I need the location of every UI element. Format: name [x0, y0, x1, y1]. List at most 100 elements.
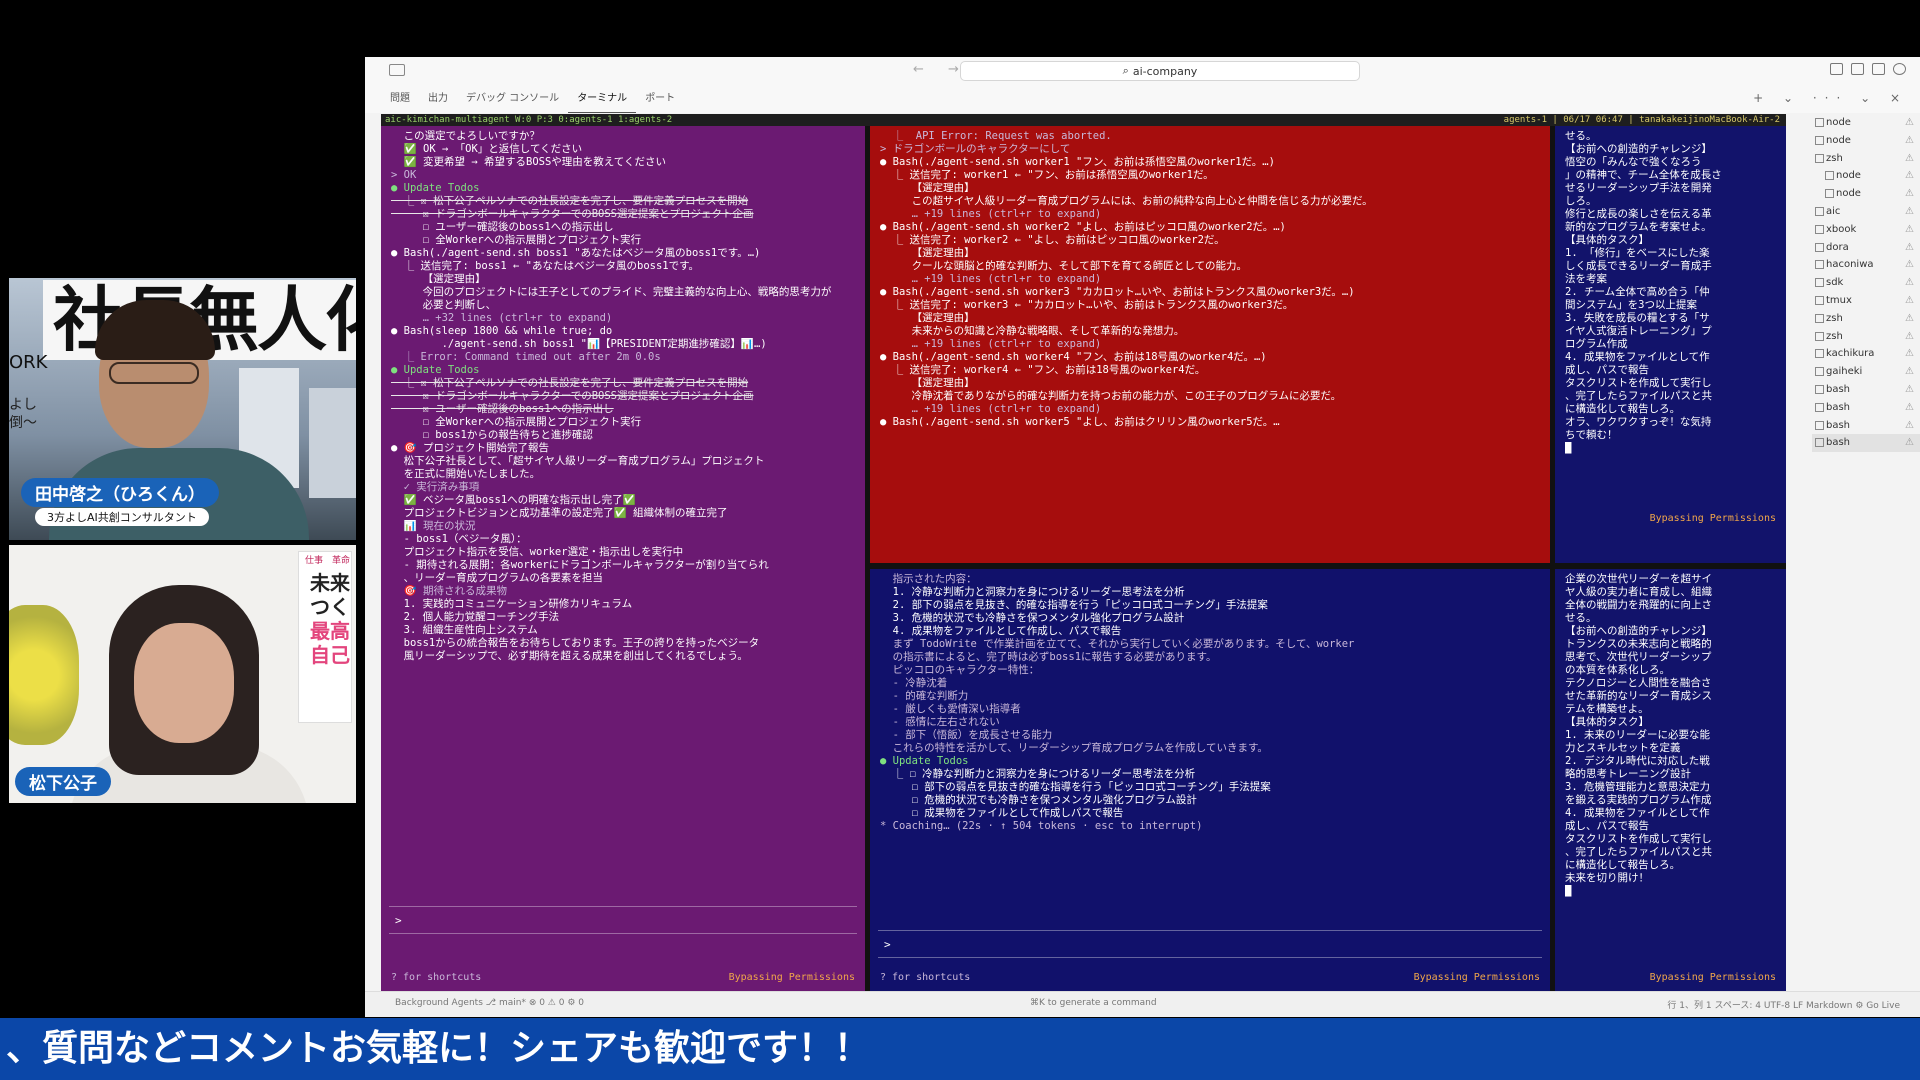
- terminal-list-item[interactable]: bash ⚠: [1812, 399, 1920, 417]
- panel-tab[interactable]: ターミナル: [568, 85, 637, 113]
- terminal-line: > ドラゴンボールのキャラクターにして: [880, 143, 1071, 155]
- toggle-panel-icon[interactable]: [1851, 63, 1864, 75]
- panel-tab[interactable]: デバッグ コンソール: [457, 85, 568, 113]
- terminal-list-item[interactable]: aic ⚠: [1812, 203, 1920, 221]
- webcam-side-text-2: よし 倒〜: [9, 397, 37, 431]
- terminal-line: ● Bash(./agent-send.sh boss1 "あなたはベジータ風の…: [391, 247, 761, 259]
- terminal-list-item[interactable]: node ⚠: [1812, 132, 1920, 150]
- terminal-list-label: zsh: [1826, 330, 1843, 342]
- terminal-icon: [1815, 367, 1824, 377]
- terminal-line: ログラム作成: [1565, 338, 1628, 350]
- terminal-list-item[interactable]: dora ⚠: [1812, 239, 1920, 257]
- terminal-line: 、完了したらファイルパスと共: [1565, 846, 1712, 858]
- pane-president[interactable]: この選定でよろしいですか？ ✅ OK → 「OK」と返信してください ✅ 変更希…: [381, 126, 865, 992]
- terminal-line: ✅ 変更希望 → 希望するBOSSや理由を教えてください: [391, 156, 666, 168]
- terminal-list-item[interactable]: kachikura ⚠: [1812, 345, 1920, 363]
- warning-icon: ⚠: [1905, 170, 1914, 182]
- worker-piccolo-prompt-input[interactable]: >: [878, 930, 1542, 958]
- terminal-icon: [1815, 313, 1824, 323]
- warning-icon: ⚠: [1905, 312, 1914, 324]
- terminal-icon: [1825, 189, 1834, 199]
- terminal-list-label: zsh: [1826, 312, 1843, 324]
- settings-gear-icon[interactable]: [1893, 63, 1906, 75]
- terminal-line: 企業の次世代リーダーを超サイ: [1565, 573, 1712, 585]
- pane-worker-trunks[interactable]: 企業の次世代リーダーを超サイ ヤ人級の実力者に育成し、組織 全体の戦闘力を飛躍的に向…: [1555, 569, 1786, 992]
- terminal-list-item[interactable]: bash ⚠: [1812, 381, 1920, 399]
- permissions-status: Bypassing Permissions: [1649, 513, 1776, 524]
- status-left[interactable]: Background Agents ⎇ main* ⊗ 0 ⚠ 0 ⚙ 0: [395, 998, 584, 1008]
- terminal-icon: [1815, 135, 1824, 145]
- terminal-list-item[interactable]: node ⚠: [1812, 167, 1920, 185]
- terminal-line: ☐ 全Workerへの指示展開とプロジェクト実行: [391, 234, 642, 246]
- terminal-line: boss1からの統合報告をお待ちしております。王子の誇りを持ったベジータ: [391, 637, 760, 649]
- terminal-line: これらの特性を活かして、リーダーシップ育成プログラムを作成していきます。: [880, 742, 1268, 754]
- sidebar-toggle-icon[interactable]: [389, 64, 405, 76]
- pane-worker-goku[interactable]: せる。 【お前への創造的チャレンジ】 悟空の「みんなで強くなろう 」の精神で、チーム全…: [1555, 126, 1786, 563]
- terminal-line: ☐ boss1からの報告待ちと進捗確認: [391, 429, 593, 441]
- terminal-line: 成し、パスで報告: [1565, 820, 1649, 832]
- terminal-line: 松下公子社長として、「超サイヤ人級リーダー育成プログラム」プロジェクト: [391, 455, 765, 467]
- panel-tab[interactable]: ポート: [636, 85, 684, 113]
- command-center-search[interactable]: ⌕ ai-company: [960, 61, 1360, 81]
- terminal-list-item[interactable]: node ⚠: [1812, 185, 1920, 203]
- terminal-line: この選定でよろしいですか？: [391, 130, 540, 142]
- terminal-icon: [1815, 206, 1824, 216]
- terminal-line: この超サイヤ人級リーダー育成プログラムには、お前の純粋な向上心と仲間を信じる力が…: [880, 195, 1373, 207]
- tmux-status-bar: aic-kimichan-multiagent W:0 P:3 0:agents…: [381, 114, 1786, 126]
- warning-icon: ⚠: [1905, 188, 1914, 200]
- terminal-line: ⎿ 送信完了: worker3 ← "カカロット…いや、お前はトランクス風のwo…: [880, 299, 1294, 311]
- toggle-secondary-sidebar-icon[interactable]: [1872, 63, 1885, 75]
- terminal-list-item[interactable]: haconiwa ⚠: [1812, 256, 1920, 274]
- pane-worker-piccolo[interactable]: 指示された内容： 1. 冷静な判断力と洞察力を身につけるリーダー思考法を分析 2…: [870, 569, 1550, 992]
- guest-name-tag: 松下公子: [15, 767, 111, 796]
- terminal-list-item[interactable]: bash ⚠: [1812, 417, 1920, 435]
- terminal-line: ● Update Todos: [391, 182, 480, 194]
- terminal-line: トランクスの未来志向と戦略的: [1565, 638, 1712, 650]
- terminal-list-item[interactable]: sdk ⚠: [1812, 274, 1920, 292]
- pane-worker-trunks-output: 企業の次世代リーダーを超サイ ヤ人級の実力者に育成し、組織 全体の戦闘力を飛躍的に向…: [1565, 573, 1776, 898]
- terminal-list-label: node: [1836, 188, 1861, 200]
- terminal-line: ☒ ドラゴンボールキャラクターでのBOSS選定提案とプロジェクト企画: [391, 390, 754, 402]
- terminal-list-item[interactable]: gaiheki ⚠: [1812, 363, 1920, 381]
- terminal-line: 風リーダーシップで、必ず期待を超える成果を創出してくれるでしょう。: [391, 650, 748, 662]
- terminal-list-item[interactable]: tmux ⚠: [1812, 292, 1920, 310]
- terminal-icon: [1815, 402, 1824, 412]
- terminal-icon: [1815, 420, 1824, 430]
- warning-icon: ⚠: [1905, 117, 1914, 128]
- panel-actions[interactable]: + ⌄ ··· ⌄ ×: [1753, 91, 1908, 105]
- terminal-line: ☒ ドラゴンボールキャラクターでのBOSS選定提案とプロジェクト企画: [391, 208, 754, 220]
- terminal-line: ● Update Todos: [391, 364, 480, 376]
- terminal-line: █: [1565, 885, 1572, 897]
- terminal-list-item[interactable]: zsh ⚠: [1812, 328, 1920, 346]
- president-prompt-input[interactable]: >: [389, 906, 857, 934]
- terminal-line: - 的確な判断力: [880, 690, 969, 702]
- terminal-list-label: xbook: [1826, 223, 1857, 235]
- terminal-list-item[interactable]: node ⚠: [1812, 114, 1920, 132]
- terminal-line: 【選定理由】: [880, 377, 975, 389]
- permissions-status: Bypassing Permissions: [1649, 972, 1776, 983]
- worker-piccolo-footer: ? for shortcuts Bypassing Permissions: [880, 971, 1540, 984]
- terminal-line: █: [1565, 442, 1572, 454]
- terminal-list-item[interactable]: xbook ⚠: [1812, 221, 1920, 239]
- terminal-line: ⎿ 送信完了: boss1 ← "あなたはベジータ風のboss1です。: [391, 260, 700, 272]
- status-bar: Background Agents ⎇ main* ⊗ 0 ⚠ 0 ⚙ 0 ⌘K…: [365, 991, 1920, 1017]
- terminal-line: 必要と判断し、: [391, 299, 497, 311]
- terminal-line: ⎿ 送信完了: worker4 ← "フン、お前は18号風のworker4だ。: [880, 364, 1206, 376]
- warning-icon: ⚠: [1905, 419, 1914, 431]
- toggle-primary-sidebar-icon[interactable]: [1830, 63, 1843, 75]
- terminal-list-item[interactable]: bash ⚠: [1812, 434, 1920, 453]
- status-right[interactable]: 行 1、列 1 スペース: 4 UTF-8 LF Markdown ⚙ Go L…: [1667, 998, 1900, 1011]
- terminal-list-item[interactable]: zsh ⚠: [1812, 310, 1920, 328]
- terminal-line: ✓ 実行済み事項: [391, 481, 480, 493]
- terminal-list-item[interactable]: zsh ⚠: [1812, 150, 1920, 168]
- search-text: ai-company: [1132, 64, 1198, 78]
- panel-tab[interactable]: 出力: [419, 85, 457, 113]
- terminal-icon: [1815, 118, 1824, 127]
- tmux-session[interactable]: aic-kimichan-multiagent W:0 P:3 0:agents…: [381, 114, 1786, 992]
- panel-tab[interactable]: 問題: [381, 85, 419, 113]
- terminal-list-label: node: [1826, 134, 1851, 146]
- terminal-line: 【選定理由】: [880, 182, 975, 194]
- warning-icon: ⚠: [1905, 366, 1914, 378]
- pane-boss1[interactable]: ⎿ API Error: Request was aborted. > ドラゴンボ…: [870, 126, 1550, 563]
- worker-goku-footer: Bypassing Permissions: [1565, 512, 1776, 525]
